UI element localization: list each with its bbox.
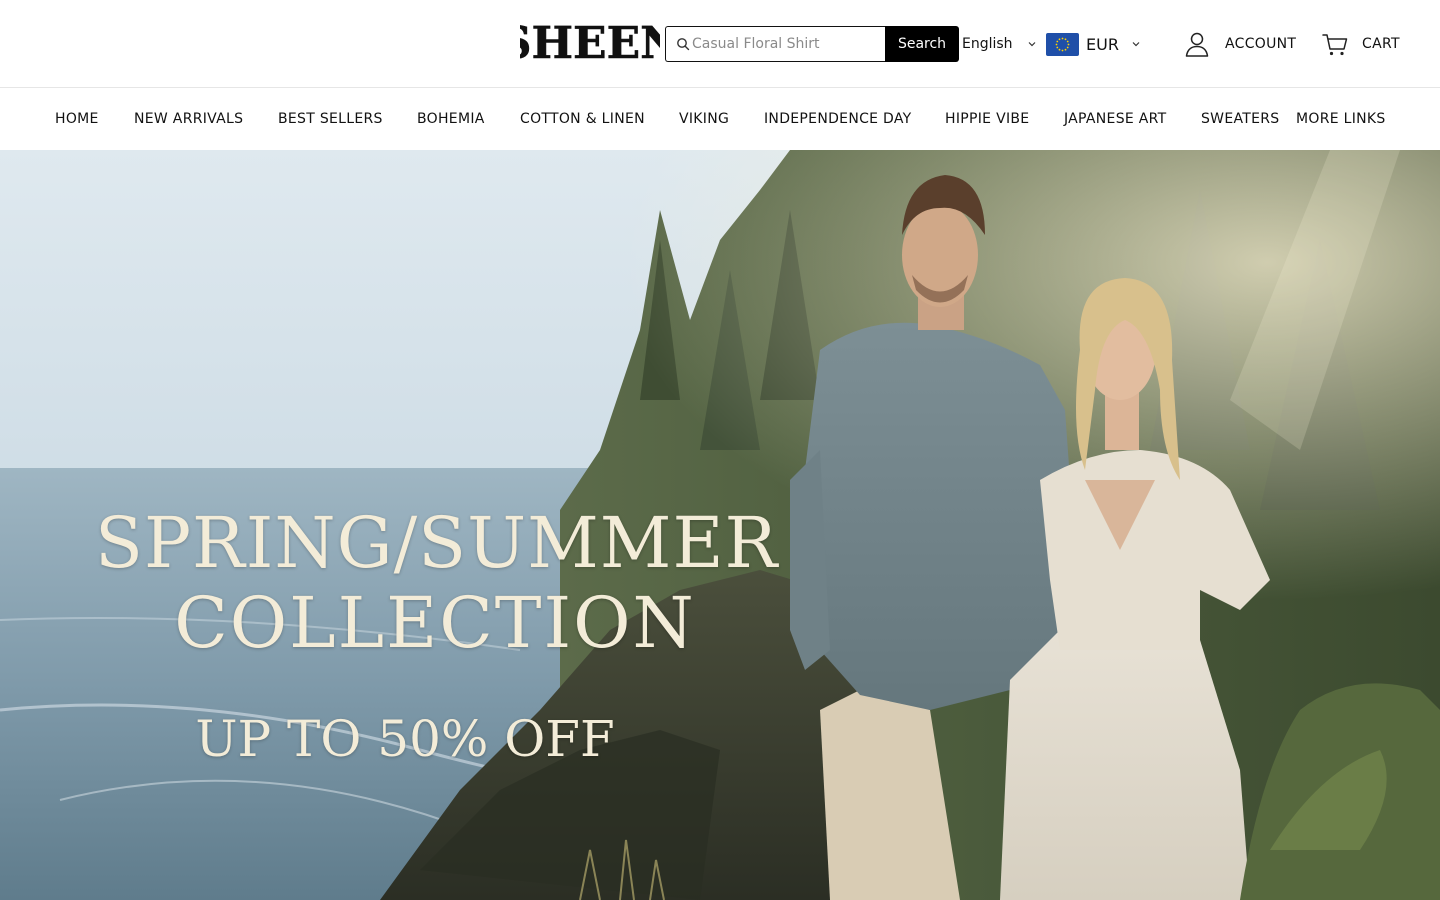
search-button[interactable]: Search [885,26,959,62]
search-icon [677,38,690,51]
cart-label: CART [1362,36,1400,52]
nav-item-new-arrivals[interactable]: NEW ARRIVALS [134,111,243,127]
hero-title-line2: COLLECTION [174,582,696,664]
search-input[interactable] [692,36,872,52]
chevron-down-icon [1132,42,1140,47]
nav-item-bohemia[interactable]: BOHEMIA [417,111,485,127]
language-label: English [962,36,1013,52]
search-bar: Search [665,26,959,62]
nav-item-sweaters[interactable]: SWEATERS [1201,111,1279,127]
hero-offer-text[interactable]: UP TO 50% OFF [95,710,715,768]
account-icon [1185,32,1209,57]
nav-item-japanese-art[interactable]: JAPANESE ART [1064,111,1167,127]
nav-item-hippie-vibe[interactable]: HIPPIE VIBE [945,111,1029,127]
main-navigation: HOME NEW ARRIVALS BEST SELLERS BOHEMIA C… [0,89,1440,150]
nav-item-independence-day[interactable]: INDEPENDENCE DAY [764,111,912,127]
brand-logo[interactable]: SHEEN [520,18,660,68]
nav-item-viking[interactable]: VIKING [679,111,729,127]
brand-logo-text: SHEEN [520,18,660,68]
eu-flag-icon [1046,32,1079,56]
account-label: ACCOUNT [1225,36,1297,52]
nav-item-best-sellers[interactable]: BEST SELLERS [278,111,383,127]
cart-link[interactable]: CART [1321,30,1400,58]
site-header: SHEEN Search English [0,0,1440,88]
cart-icon [1322,34,1348,56]
nav-item-home[interactable]: HOME [55,111,99,127]
account-link[interactable]: ACCOUNT [1183,30,1296,58]
hero-banner[interactable]: SPRING/SUMMER COLLECTION UP TO 50% OFF [0,150,1440,900]
nav-item-more-links[interactable]: MORE LINKS [1296,111,1386,127]
search-field [665,26,885,62]
nav-item-cotton-linen[interactable]: COTTON & LINEN [520,111,645,127]
hero-title-line1: SPRING/SUMMER [95,502,779,584]
currency-selector[interactable]: EUR [1046,32,1141,56]
chevron-down-icon [1028,42,1035,47]
currency-label: EUR [1086,34,1119,54]
language-selector[interactable]: English [962,34,1037,54]
